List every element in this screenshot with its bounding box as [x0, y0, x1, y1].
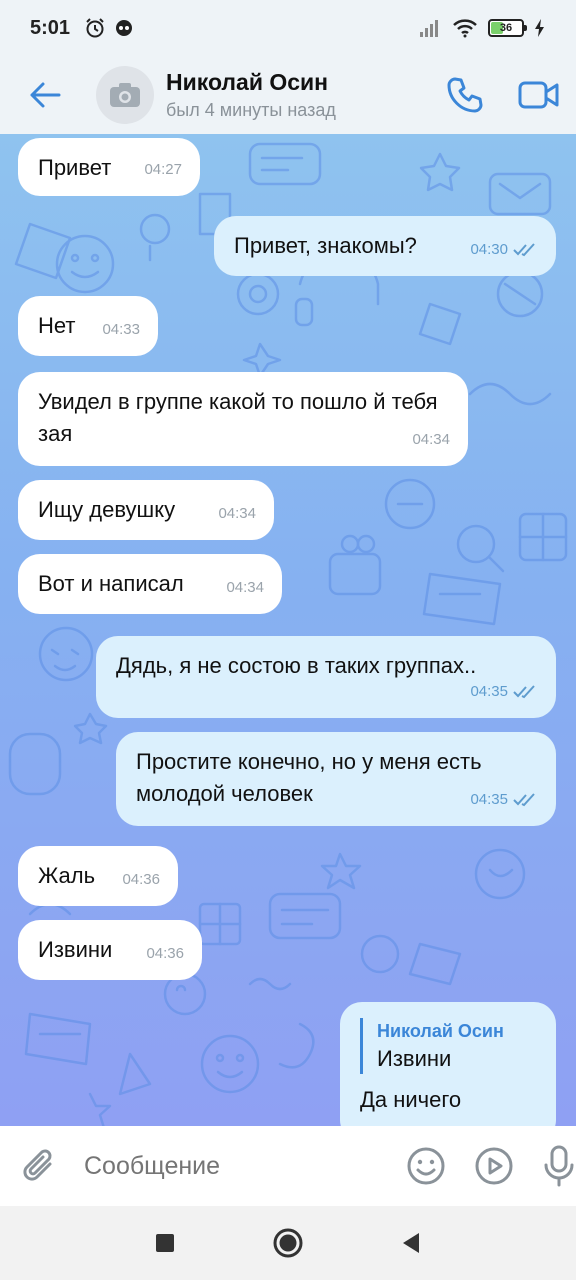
- charging-bolt-icon: [535, 19, 544, 37]
- wifi-icon: [453, 19, 477, 38]
- message-bubble[interactable]: Извини 04:36: [18, 920, 202, 980]
- message-time: 04:35: [470, 791, 508, 808]
- signal-icon: [420, 20, 438, 37]
- camera-placeholder-icon: [110, 83, 140, 107]
- read-checks-icon: [513, 685, 535, 699]
- message-text: Нет: [38, 313, 76, 338]
- reply-author: Николай Осин: [377, 1021, 504, 1041]
- recents-button[interactable]: [154, 1232, 176, 1254]
- status-bar: 5:01 36: [0, 0, 576, 56]
- message-time: 04:34: [412, 431, 450, 448]
- message-text: Простите конечно, но у меня есть молодой…: [136, 749, 482, 806]
- message-bubble[interactable]: Увидел в группе какой то пошло й тебя за…: [18, 372, 468, 466]
- paperclip-icon: [23, 1149, 52, 1181]
- message-composer: [0, 1126, 576, 1206]
- contact-last-seen: был 4 минуты назад: [166, 100, 336, 120]
- chat-header: Николай Осин был 4 минуты назад: [0, 56, 576, 134]
- message-time: 04:30: [470, 241, 508, 258]
- message-bubble[interactable]: Привет 04:27: [18, 138, 200, 196]
- reply-quote[interactable]: Николай Осин Извини: [360, 1018, 536, 1074]
- play-circle-icon: [475, 1147, 513, 1185]
- battery-level: 36: [499, 22, 513, 34]
- message-text: Привет, знакомы?: [234, 233, 417, 258]
- message-text: Привет: [38, 155, 112, 180]
- message-bubble[interactable]: Простите конечно, но у меня есть молодой…: [116, 732, 556, 826]
- attach-button[interactable]: [22, 1146, 58, 1186]
- message-text: Жаль: [38, 863, 96, 888]
- reply-message-bubble[interactable]: Николай Осин Извини Да ничего: [340, 1002, 556, 1126]
- contact-title-block[interactable]: Николай Осин был 4 минуты назад: [166, 69, 336, 121]
- phone-icon: [447, 77, 483, 113]
- avatar[interactable]: [96, 66, 154, 124]
- voice-message-button[interactable]: [542, 1145, 576, 1187]
- video-camera-icon: [518, 81, 559, 109]
- message-time: 04:34: [218, 505, 256, 522]
- message-text: Дядь, я не состою в таких группах..: [116, 653, 477, 678]
- message-input[interactable]: [84, 1151, 406, 1181]
- message-text: Извини: [38, 937, 113, 962]
- status-time: 5:01: [30, 16, 71, 39]
- home-button[interactable]: [272, 1227, 304, 1259]
- message-text: Да ничего: [360, 1087, 462, 1112]
- message-text: Вот и написал: [38, 571, 184, 596]
- smiley-icon: [407, 1147, 445, 1185]
- contact-name: Николай Осин: [166, 69, 329, 95]
- video-message-button[interactable]: [474, 1146, 514, 1186]
- message-text: Увидел в группе какой то пошло й тебя за…: [38, 389, 438, 446]
- message-bubble[interactable]: Ищу девушку 04:34: [18, 480, 274, 540]
- video-call-button[interactable]: [518, 80, 560, 110]
- message-bubble[interactable]: Дядь, я не состою в таких группах.. 04:3…: [96, 636, 556, 718]
- message-time: 04:36: [122, 871, 160, 888]
- message-time: 04:36: [146, 945, 184, 962]
- message-time: 04:35: [470, 683, 508, 700]
- alarm-icon: [86, 18, 104, 38]
- message-text: Ищу девушку: [38, 497, 176, 522]
- message-bubble[interactable]: Нет 04:33: [18, 296, 158, 356]
- call-button[interactable]: [446, 76, 484, 114]
- message-bubble[interactable]: Вот и написал 04:34: [18, 554, 282, 614]
- triangle-back-icon: [403, 1233, 419, 1253]
- square-icon: [156, 1234, 174, 1252]
- back-button[interactable]: [0, 56, 90, 134]
- system-navigation-bar: [0, 1206, 576, 1280]
- message-time: 04:34: [226, 579, 264, 596]
- battery-indicator: 36: [488, 19, 527, 37]
- arrow-left-icon: [30, 82, 61, 108]
- read-checks-icon: [513, 243, 535, 257]
- read-checks-icon: [513, 793, 535, 807]
- back-nav-button[interactable]: [400, 1231, 422, 1255]
- circle-icon: [273, 1228, 303, 1258]
- microphone-icon: [544, 1145, 574, 1187]
- message-time: 04:27: [144, 161, 182, 178]
- chat-area[interactable]: Привет 04:27 Привет, знакомы? 04:30 Нет …: [0, 134, 576, 1126]
- messenger-notification-icon: [116, 20, 133, 36]
- emoji-button[interactable]: [406, 1146, 446, 1186]
- message-time: 04:33: [102, 321, 140, 338]
- message-bubble[interactable]: Привет, знакомы? 04:30: [214, 216, 556, 276]
- message-bubble[interactable]: Жаль 04:36: [18, 846, 178, 906]
- reply-text: Извини: [377, 1046, 452, 1071]
